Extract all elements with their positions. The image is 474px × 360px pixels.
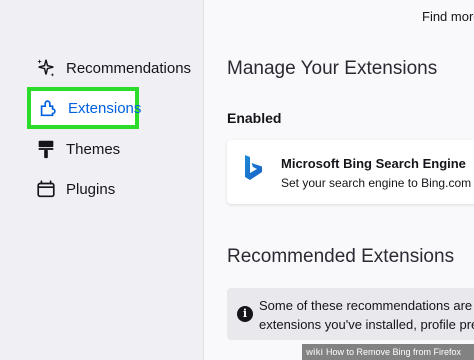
watermark: wiki How to Remove Bing from Firefox [302, 344, 474, 360]
enabled-heading: Enabled [227, 110, 282, 126]
extension-name: Microsoft Bing Search Engine [281, 156, 466, 171]
find-more-link[interactable]: Find more [422, 9, 474, 24]
notice-line-2: extensions you've installed, profile pre [259, 317, 474, 332]
sidebar-item-extensions[interactable]: Extensions [36, 90, 141, 126]
notice-text: Some of these recommendations are pe ext… [259, 296, 474, 334]
paintbrush-icon [34, 137, 58, 161]
sidebar-item-label: Themes [66, 140, 121, 158]
page-title: Manage Your Extensions [227, 58, 438, 79]
sidebar-item-recommendations[interactable]: Recommendations [34, 50, 191, 86]
notice-line-1: Some of these recommendations are pe [259, 298, 474, 313]
bing-logo-icon [243, 154, 265, 182]
recommendations-notice: i Some of these recommendations are pe e… [227, 288, 474, 340]
main-content: Find more Manage Your Extensions Enabled… [205, 0, 474, 360]
plugin-icon [34, 177, 58, 201]
sidebar-item-label: Extensions [68, 99, 142, 117]
sidebar-item-label: Recommendations [66, 59, 192, 77]
info-icon: i [237, 306, 253, 322]
extension-card[interactable]: Microsoft Bing Search Engine Set your se… [227, 140, 474, 204]
watermark-prefix: wiki [306, 347, 324, 357]
sparkles-icon [34, 56, 58, 80]
extension-description: Set your search engine to Bing.com [281, 176, 472, 190]
watermark-text: How to Remove Bing from Firefox [326, 347, 462, 357]
sidebar: Recommendations Extensions Themes Plugin… [0, 0, 204, 360]
sidebar-item-label: Plugins [66, 180, 116, 198]
recommended-heading: Recommended Extensions [227, 246, 455, 267]
sidebar-item-themes[interactable]: Themes [34, 131, 120, 167]
puzzle-icon [36, 96, 60, 120]
sidebar-item-plugins[interactable]: Plugins [34, 171, 115, 207]
